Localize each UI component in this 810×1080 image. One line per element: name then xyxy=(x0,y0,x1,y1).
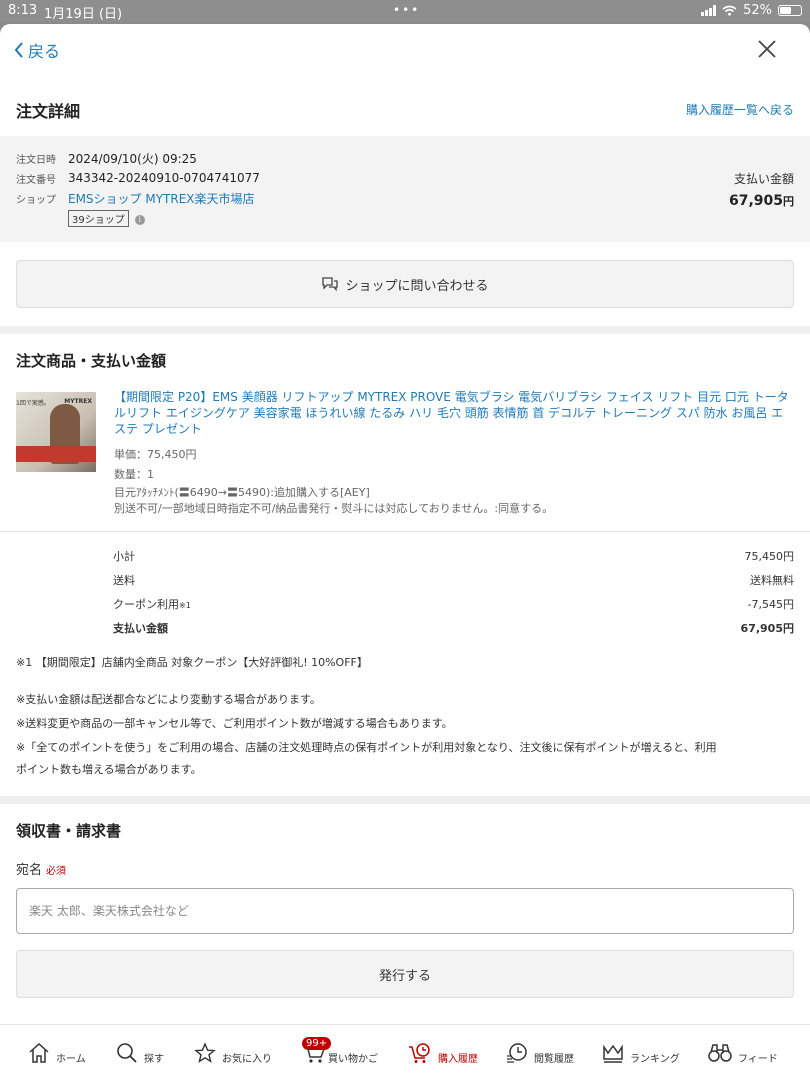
order-number-value: 343342-20240910-0704741077 xyxy=(68,171,260,185)
order-number-label: 注文番号 xyxy=(16,174,56,186)
tab-home[interactable]: ホーム xyxy=(28,1025,86,1080)
home-icon xyxy=(29,1042,49,1063)
receipt-section-title: 領収書・請求書 xyxy=(16,822,122,840)
note-amount-change: ※支払い金額は配送都合などにより変動する場合があります。 xyxy=(16,693,321,706)
tab-feed-label: フィード xyxy=(738,1053,778,1065)
tab-cart-label: 買い物かご xyxy=(328,1053,378,1065)
title-bar: 注文詳細 購入履歴一覧へ戻る xyxy=(0,76,810,136)
battery-icon xyxy=(778,5,802,16)
back-label: 戻る xyxy=(28,42,61,61)
tab-search[interactable]: 探す xyxy=(116,1025,164,1080)
receipt-form: 宛名 必須 xyxy=(0,859,810,934)
coupon-value: -7,545円 xyxy=(747,598,794,611)
product-title-link[interactable]: 【期間限定 P20】EMS 美顔器 リフトアップ MYTREX PROVE 電気… xyxy=(114,389,794,437)
subtotal-value: 75,450円 xyxy=(744,550,795,563)
purchase-history-link[interactable]: 購入履歴一覧へ戻る xyxy=(686,101,794,118)
tab-ranking[interactable]: ランキング xyxy=(602,1025,680,1080)
unit-price: 単価：75,450円 xyxy=(114,448,197,461)
total-value: 67,905円 xyxy=(740,622,794,635)
back-button[interactable]: 戻る xyxy=(14,38,60,62)
option-attachment: 目元ｱﾀｯﾁﾒﾝﾄ(〓6490→〓5490):追加購入する[AEY] xyxy=(114,486,370,499)
coupon-note: ※1 【期間限定】店舗内全商品 対象クーポン【大好評御礼! 10%OFF】 xyxy=(16,656,368,669)
order-detail-sheet: 戻る 注文詳細 購入履歴一覧へ戻る 注文日時 2024/09/10(火) 09:… xyxy=(0,24,810,1080)
order-item: 1回で実感。 MYTREX 【期間限定 P20】EMS 美顔器 リフトアップ M… xyxy=(0,389,810,517)
product-thumbnail[interactable]: 1回で実感。 MYTREX xyxy=(16,392,96,472)
order-summary: 注文日時 2024/09/10(火) 09:25 注文番号 343342-202… xyxy=(0,136,810,242)
tab-browsing-history-label: 閲覧履歴 xyxy=(534,1053,574,1065)
star-icon xyxy=(194,1042,216,1063)
products-section-title: 注文商品・支払い金額 xyxy=(16,352,167,370)
search-icon xyxy=(117,1043,137,1063)
order-date-label: 注文日時 xyxy=(16,154,56,166)
issue-receipt-label: 発行する xyxy=(378,968,431,984)
recipient-input[interactable] xyxy=(16,888,794,934)
coupon-label: クーポン利用 xyxy=(113,598,179,611)
section-divider xyxy=(0,326,810,334)
bottom-tab-bar: ホーム 探す お気に入り 99+ 買い物かご 購入履歴 閲覧履歴 ランキング フ… xyxy=(0,1024,810,1080)
contact-shop-label: ショップに問い合わせる xyxy=(345,278,489,294)
paid-amount-value: 67,905 xyxy=(728,193,783,209)
history-cart-icon xyxy=(409,1043,430,1063)
shop-name-link[interactable]: EMSショップ MYTREX楽天市場店 xyxy=(68,190,255,207)
wifi-icon xyxy=(722,5,737,16)
option-agreement: 別送不可/一部地域日時指定不可/納品書発行・熨斗には対応しておりません。:同意す… xyxy=(114,502,554,515)
tab-cart[interactable]: 99+ 買い物かご xyxy=(302,1025,378,1080)
binoculars-icon xyxy=(708,1044,732,1062)
tab-purchase-history[interactable]: 購入履歴 xyxy=(408,1025,478,1080)
paid-amount: 支払い金額 67,905円 xyxy=(729,170,794,209)
notes: ※1 【期間限定】店舗内全商品 対象クーポン【大好評御礼! 10%OFF】 ※支… xyxy=(0,652,810,780)
note-points-change: ※送料変更や商品の一部キャンセル等で、ご利用ポイント数が増減する場合もあります。 xyxy=(16,717,453,730)
shop-badge: 39ショップ xyxy=(68,210,129,227)
coupon-note-mark: ※1 xyxy=(179,601,191,610)
tab-ranking-label: ランキング xyxy=(630,1053,680,1065)
tab-purchase-history-label: 購入履歴 xyxy=(438,1053,478,1065)
contact-shop-button[interactable]: ショップに問い合わせる xyxy=(16,260,794,308)
quantity: 数量：1 xyxy=(114,468,154,481)
total-label: 支払い金額 xyxy=(113,622,168,635)
issue-receipt-button[interactable]: 発行する xyxy=(16,950,794,998)
battery-percent: 52% xyxy=(743,3,772,18)
thumbnail-caption: 1回で実感。 xyxy=(16,400,50,407)
tab-feed[interactable]: フィード xyxy=(708,1025,778,1080)
shop-label: ショップ xyxy=(16,194,56,206)
recipient-label: 宛名 xyxy=(16,863,43,878)
signal-icon xyxy=(701,5,717,16)
status-time: 8:13 xyxy=(8,3,38,18)
payment-summary: 小計 75,450円 送料 送料無料 クーポン利用※1 -7,545円 支払い金… xyxy=(0,544,810,640)
note-all-points-1: ※「全てのポイントを使う」をご利用の場合、店舗の注文処理時点の保有ポイントが利用… xyxy=(16,741,717,754)
close-icon[interactable] xyxy=(756,38,778,60)
shipping-value: 送料無料 xyxy=(750,574,794,587)
section-divider xyxy=(0,796,810,804)
status-bar: 8:13 1月19日 (日) ••• 52% xyxy=(0,0,810,22)
browsing-history-icon xyxy=(507,1043,527,1063)
page-title: 注文詳細 xyxy=(16,102,81,121)
note-all-points-2: ポイント数も増える場合があります。 xyxy=(16,763,202,776)
cart-count-badge: 99+ xyxy=(302,1037,332,1050)
info-icon[interactable]: i xyxy=(134,214,145,225)
chevron-left-icon xyxy=(14,42,23,58)
multitask-dots-icon[interactable]: ••• xyxy=(393,3,420,17)
subtotal-label: 小計 xyxy=(113,550,135,563)
tab-home-label: ホーム xyxy=(56,1053,86,1065)
shipping-label: 送料 xyxy=(113,574,135,587)
required-mark: 必須 xyxy=(46,866,67,877)
tab-browsing-history[interactable]: 閲覧履歴 xyxy=(506,1025,574,1080)
tab-favorites[interactable]: お気に入り xyxy=(194,1025,272,1080)
tab-favorites-label: お気に入り xyxy=(222,1053,272,1065)
status-date: 1月19日 (日) xyxy=(44,7,123,22)
top-nav: 戻る xyxy=(0,24,810,76)
paid-amount-label: 支払い金額 xyxy=(733,172,794,186)
crown-icon xyxy=(603,1044,623,1063)
chat-icon xyxy=(322,277,339,292)
order-date-value: 2024/09/10(火) 09:25 xyxy=(68,151,197,166)
tab-search-label: 探す xyxy=(144,1053,164,1065)
paid-amount-unit: 円 xyxy=(783,195,794,208)
